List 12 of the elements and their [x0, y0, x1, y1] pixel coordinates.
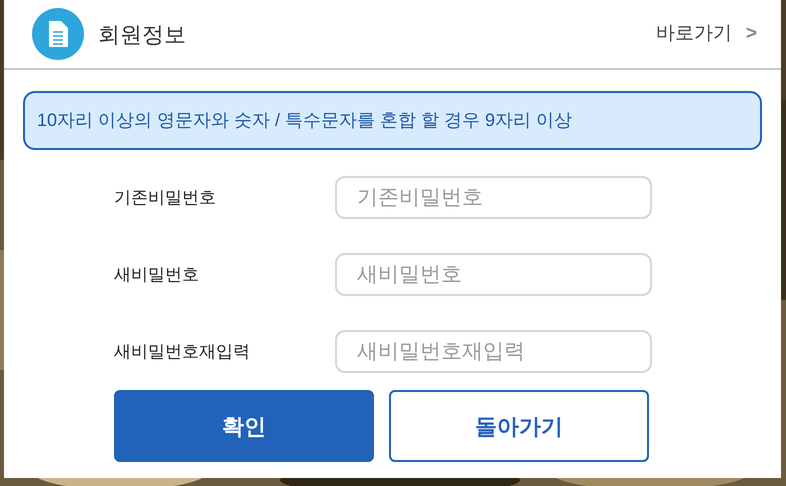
- input-field[interactable]: 새비밀번호재입력: [335, 330, 652, 373]
- input-field[interactable]: 기존비밀번호: [335, 176, 652, 219]
- back-button[interactable]: 돌아가기: [389, 390, 649, 462]
- input-field[interactable]: 새비밀번호: [335, 253, 652, 296]
- header-title: 회원정보: [98, 20, 186, 48]
- confirm-button[interactable]: 확인: [114, 390, 374, 462]
- notice-banner: 10자리 이상의 영문자와 숫자 / 특수문자를 혼합 할 경우 9자리 이상: [23, 91, 762, 150]
- field-label: 새비밀번호: [114, 264, 200, 286]
- shortcut-link[interactable]: 바로가기 >: [656, 20, 757, 48]
- document-icon: [32, 8, 84, 60]
- field-label: 기존비밀번호: [114, 186, 217, 209]
- field-label: 새비밀번호재입력: [114, 340, 251, 363]
